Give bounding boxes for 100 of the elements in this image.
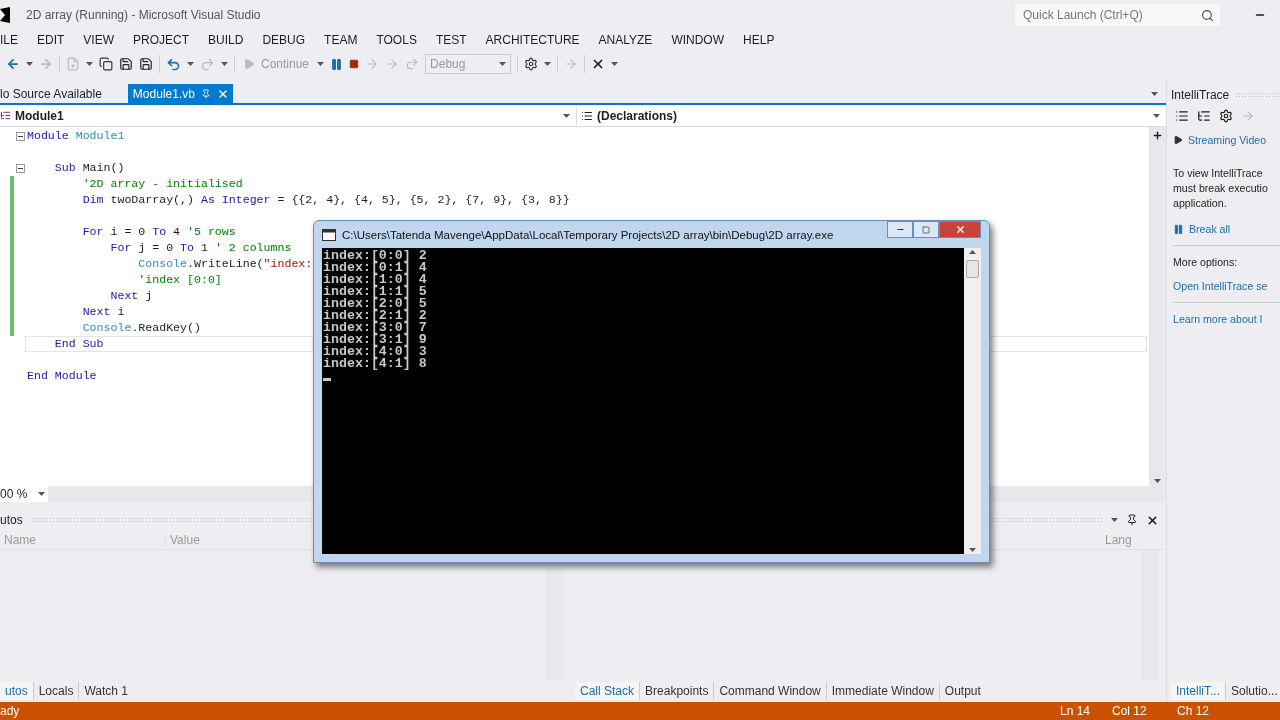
stop-icon[interactable] (349, 59, 360, 69)
maximize-icon (922, 225, 930, 234)
console-output-line: index:[1:0] 4 (323, 274, 428, 286)
vertical-scrollbar[interactable] (546, 568, 564, 680)
code-line: Next j (109, 288, 154, 304)
member-dropdown[interactable]: (Declarations) (577, 105, 1166, 126)
code-line: Module Module1 (26, 128, 126, 144)
dropdown-caret-icon (1111, 518, 1118, 522)
window-title: 2D array (Running) - Microsoft Visual Studio (26, 8, 261, 22)
type-dropdown[interactable]: Module1 (0, 105, 577, 126)
collapse-icon[interactable] (16, 131, 25, 141)
dropdown-caret-icon (1151, 92, 1158, 96)
settings-icon[interactable] (1219, 109, 1233, 123)
document-tab[interactable]: lo Source Available (0, 84, 108, 103)
save-icon[interactable] (119, 57, 133, 71)
dropdown-caret-icon (563, 113, 570, 118)
menu-item[interactable]: ANALYZE (598, 33, 663, 47)
code-line: For j = 0 To 1 ' 2 columns (109, 240, 293, 256)
column-number: Col 12 (1112, 704, 1148, 718)
panel-tab[interactable]: IntelliT... (1171, 682, 1226, 700)
pin-icon[interactable] (1126, 514, 1138, 526)
panel-tab[interactable]: Immediate Window (826, 682, 940, 700)
pause-icon[interactable] (330, 57, 344, 71)
menu-item[interactable]: BUILD (208, 33, 254, 47)
menu-item[interactable]: EDIT (37, 33, 75, 47)
menu-item[interactable]: HELP (743, 33, 785, 47)
save-all-icon[interactable] (139, 57, 153, 71)
console-output-line: index:[3:1] 9 (323, 334, 428, 346)
maximize-button[interactable] (913, 221, 939, 238)
code-line: Sub Main() (53, 160, 126, 176)
panel-tab[interactable]: Command Window (714, 682, 827, 700)
panel-tab[interactable]: Locals (33, 682, 80, 700)
close-button[interactable] (939, 221, 981, 238)
scroll-thumb[interactable] (966, 260, 979, 278)
menu-item[interactable]: WINDOW (671, 33, 735, 47)
restart-icon[interactable] (405, 57, 420, 71)
back-icon[interactable] (6, 57, 20, 71)
panel-title: utos (0, 513, 23, 527)
outline-icon[interactable] (1197, 109, 1211, 123)
vertical-scrollbar[interactable] (964, 248, 981, 554)
console-output-line: index:[4:1] 8 (323, 358, 428, 370)
menu-item[interactable]: VIEW (83, 33, 125, 47)
quick-launch-field[interactable]: Quick Launch (Ctrl+Q) (1015, 4, 1220, 26)
panel-tab[interactable]: Watch 1 (79, 682, 133, 700)
window-icon (322, 228, 336, 241)
menu-item[interactable]: TEST (435, 33, 477, 47)
dropdown-caret-icon (544, 62, 552, 66)
panel-tab[interactable]: Call Stack (575, 682, 641, 700)
status-message: ady (0, 704, 21, 718)
minimize-button[interactable] (887, 221, 913, 238)
dropdown-caret-icon (499, 62, 507, 66)
video-link[interactable]: Streaming Video (1173, 134, 1280, 146)
menu-item[interactable]: TOOLS (376, 33, 427, 47)
learn-more-link[interactable]: Learn more about I (1173, 313, 1280, 325)
code-line: For i = 0 To 4 '5 rows (81, 224, 237, 240)
console-output-line: index:[3:0] 7 (323, 322, 428, 334)
options-link[interactable]: Open IntelliTrace se (1173, 280, 1280, 292)
menu-item[interactable]: DEBUG (262, 33, 316, 47)
menu-item[interactable]: ARCHITECTURE (485, 33, 590, 47)
vertical-scrollbar[interactable] (1149, 127, 1166, 486)
panel-tab[interactable]: Solutio... (1226, 682, 1280, 700)
menu-item[interactable]: TEAM (324, 33, 368, 47)
console-output-line: index:[0:0] 2 (323, 250, 428, 262)
panel-tab[interactable]: utos (0, 682, 34, 700)
undo-icon[interactable] (166, 56, 181, 72)
list-icon[interactable] (1175, 109, 1189, 123)
quick-launch-input[interactable]: Quick Launch (Ctrl+Q) (1021, 7, 1201, 23)
declarations-icon (581, 109, 593, 122)
code-line: '2D array - initialised (81, 176, 244, 192)
line-number: Ln 14 (1060, 704, 1092, 718)
split-icon[interactable] (1152, 130, 1163, 141)
char-number: Ch 12 (1177, 704, 1211, 718)
menu-item[interactable]: ILE (0, 33, 28, 47)
collapse-icon[interactable] (16, 163, 25, 173)
panel-tab[interactable]: Breakpoints (640, 682, 715, 700)
pause-icon (1173, 223, 1184, 235)
module-icon (0, 110, 11, 121)
zoom-dropdown[interactable]: 00 % (0, 486, 48, 502)
panel-tab[interactable]: Output (939, 682, 986, 700)
dropdown-caret-icon (187, 62, 194, 66)
menu-item[interactable]: PROJECT (133, 33, 200, 47)
text-cursor (323, 378, 331, 381)
dropdown-caret-icon (317, 62, 325, 66)
open-icon[interactable] (99, 57, 113, 71)
dropdown-caret-icon (38, 492, 45, 496)
close-icon[interactable] (1146, 513, 1159, 527)
code-line: Console.WriteLine("index: (137, 256, 314, 272)
console-output-line: index:[1:1] 5 (323, 286, 428, 298)
dropdown-caret-icon (1153, 113, 1160, 118)
code-line: 'index [0:0] (137, 272, 223, 288)
dropdown-caret-icon (221, 62, 228, 66)
dropdown-caret-icon (86, 62, 93, 66)
console-output-line: index:[2:0] 5 (323, 298, 428, 310)
column-header: Name (3, 532, 37, 547)
settings-icon[interactable] (524, 57, 539, 71)
message-text: To view IntelliTrace must break executio application. (1173, 166, 1269, 211)
code-line: Next i (81, 304, 126, 320)
scroll-up-icon[interactable] (969, 250, 976, 254)
break-all-link[interactable]: Break all (1173, 223, 1280, 235)
console-title: C:\Users\Tatenda Mavenge\AppData\Local\Temporary Projects\2D array\bin\Debug\2D array.exe (342, 228, 835, 241)
